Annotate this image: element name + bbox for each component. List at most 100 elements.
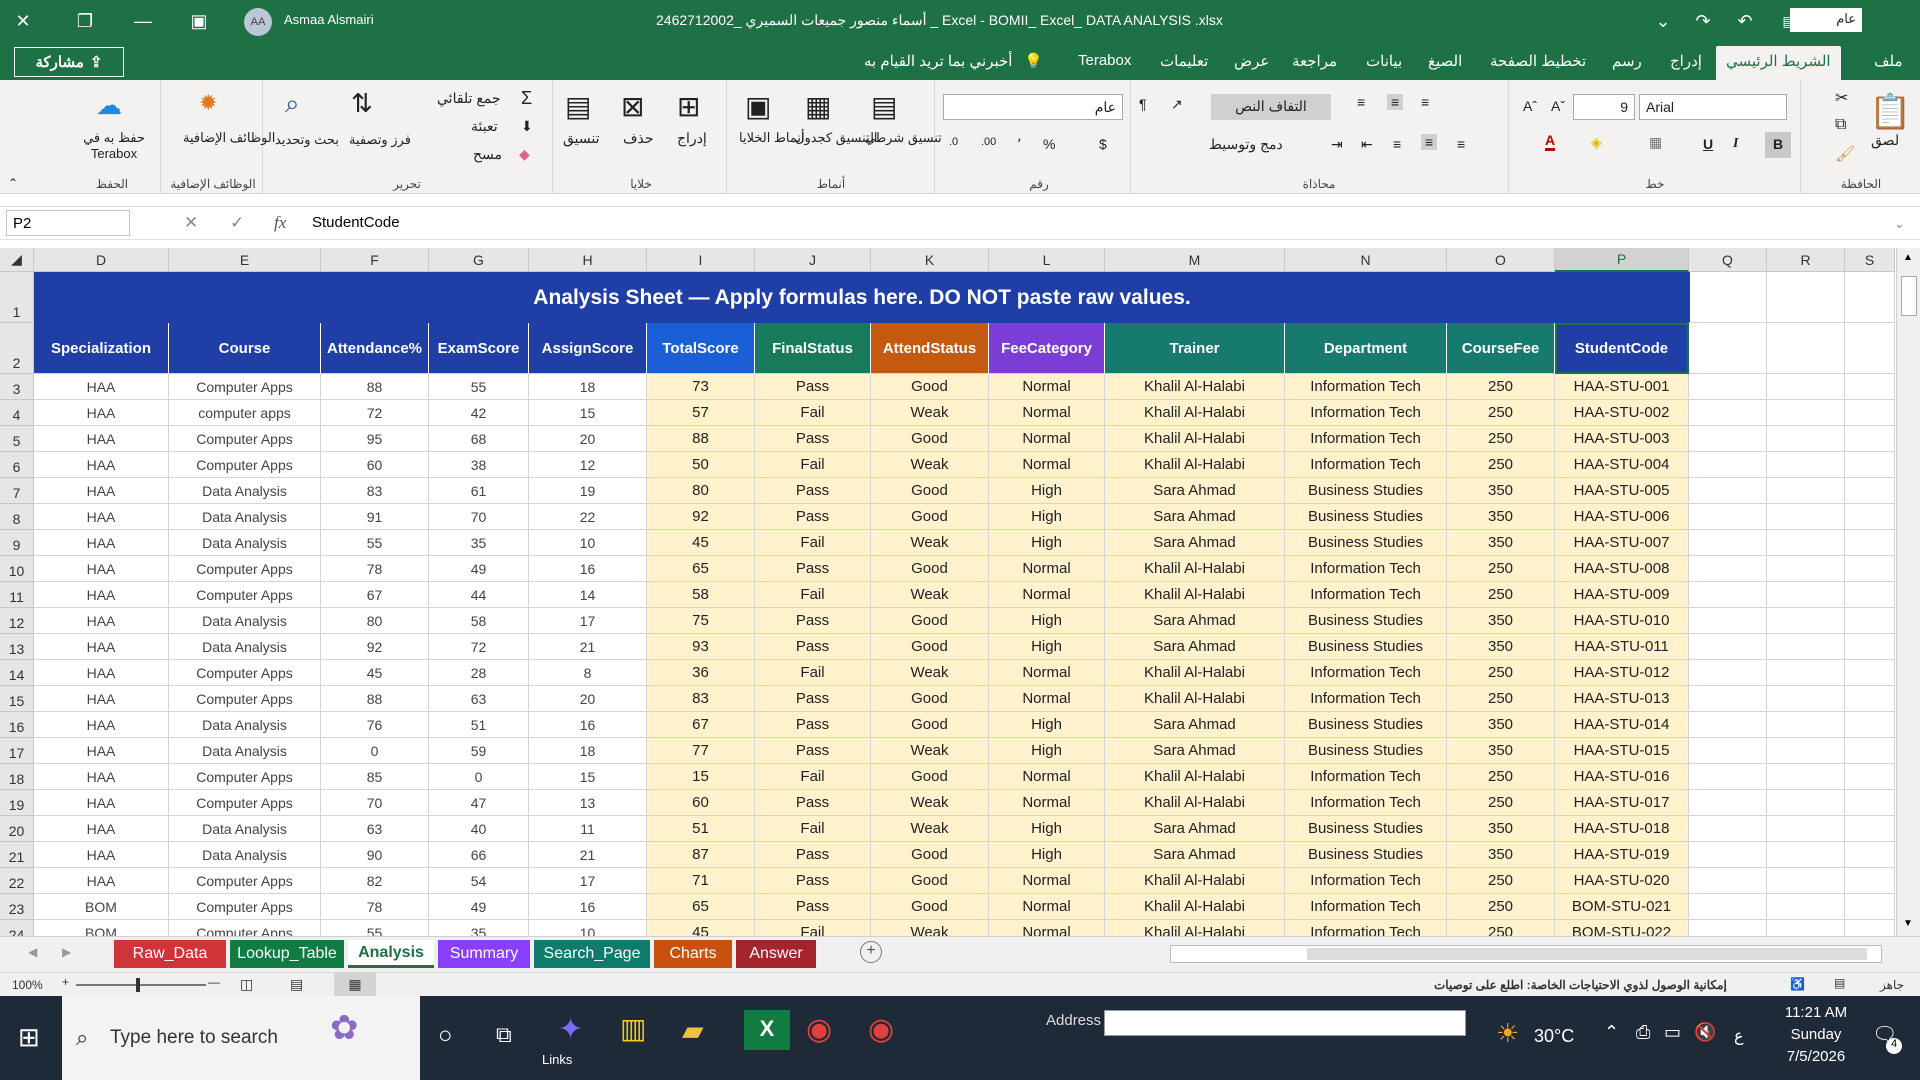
table-cell[interactable]: 44 [429,582,529,608]
table-cell[interactable]: 350 [1447,816,1555,842]
collapse-ribbon-icon[interactable]: ⌃ [8,176,18,190]
table-cell[interactable]: Normal [989,452,1105,478]
row-header[interactable]: 15 [0,686,34,712]
table-cell[interactable]: Normal [989,660,1105,686]
table-cell[interactable]: Information Tech [1285,582,1447,608]
row-header[interactable]: 11 [0,582,34,608]
format-cells-button[interactable]: تنسيق [563,130,600,147]
font-grow-icon[interactable]: Aˆ [1523,98,1537,114]
table-cell[interactable]: Normal [989,582,1105,608]
font-shrink-icon[interactable]: Aˇ [1551,98,1565,114]
table-cell[interactable]: Data Analysis [169,478,321,504]
table-cell[interactable]: 68 [429,426,529,452]
table-cell[interactable]: 61 [429,478,529,504]
table-cell[interactable]: 85 [321,764,429,790]
chrome-profile-icon[interactable]: ◉ [868,1012,894,1047]
header-cell[interactable]: Attendance% [321,323,429,374]
next-sheet-icon[interactable]: ▶ [62,945,71,959]
table-cell[interactable]: 58 [429,608,529,634]
table-cell[interactable]: Fail [755,452,871,478]
table-cell[interactable]: 250 [1447,920,1555,936]
align-middle-icon[interactable]: ≡ [1387,94,1404,110]
excel-icon[interactable]: X [744,1010,790,1050]
zoom-out-icon[interactable]: — [208,975,220,989]
table-cell[interactable]: 14 [529,582,647,608]
empty-cell[interactable] [1767,608,1845,634]
header-cell[interactable]: Trainer [1105,323,1285,374]
table-cell[interactable]: 45 [321,660,429,686]
empty-cell[interactable] [1767,530,1845,556]
table-cell[interactable]: Weak [871,582,989,608]
table-cell[interactable]: 38 [429,452,529,478]
header-cell[interactable]: AttendStatus [871,323,989,374]
empty-cell[interactable] [1845,790,1895,816]
file-explorer-icon[interactable]: ▰ [682,1014,704,1047]
row-header[interactable]: 14 [0,660,34,686]
table-cell[interactable]: 17 [529,868,647,894]
table-cell[interactable]: 70 [429,504,529,530]
header-cell[interactable]: StudentCode [1555,323,1689,374]
table-cell[interactable]: 12 [529,452,647,478]
empty-cell[interactable] [1845,272,1895,323]
table-cell[interactable]: 20 [529,686,647,712]
wrap-text-button[interactable]: التفاف النص [1211,94,1331,120]
table-cell[interactable]: 250 [1447,426,1555,452]
addins-icon[interactable]: ✹ [199,90,217,116]
table-cell[interactable]: Good [871,868,989,894]
table-cell[interactable]: 11 [529,816,647,842]
align-bottom-icon[interactable]: ≡ [1421,94,1429,110]
empty-cell[interactable] [1689,582,1767,608]
table-cell[interactable]: HAA-STU-008 [1555,556,1689,582]
table-cell[interactable]: Khalil Al-Halabi [1105,868,1285,894]
table-cell[interactable]: High [989,842,1105,868]
windows-start-icon[interactable]: ⊞ [18,1022,40,1053]
table-cell[interactable]: Weak [871,400,989,426]
table-cell[interactable]: 18 [529,374,647,400]
table-cell[interactable]: 350 [1447,608,1555,634]
task-view-icon[interactable]: ⧉ [496,1022,512,1048]
empty-cell[interactable] [1845,816,1895,842]
table-cell[interactable]: 88 [321,374,429,400]
table-cell[interactable]: 250 [1447,764,1555,790]
table-cell[interactable]: HAA-STU-003 [1555,426,1689,452]
row-header[interactable]: 13 [0,634,34,660]
empty-cell[interactable] [1689,478,1767,504]
table-cell[interactable]: Normal [989,920,1105,936]
cancel-icon[interactable]: ✕ [184,213,198,233]
percent-button[interactable]: % [1043,136,1055,152]
font-size-box[interactable]: 9 [1573,94,1635,120]
sheet-tab[interactable]: Raw_Data [114,940,226,968]
save-terabox-button[interactable]: حفظ به في Terabox [76,130,152,161]
table-cell[interactable]: 87 [647,842,755,868]
indent-icon[interactable]: ⇥ [1331,136,1343,153]
find-select-button[interactable]: بحث وتحديد [275,132,339,148]
table-cell[interactable]: Pass [755,608,871,634]
empty-cell[interactable] [1689,868,1767,894]
formula-input[interactable]: StudentCode [312,214,400,231]
horizontal-scrollbar[interactable] [1170,945,1882,963]
table-cell[interactable]: 350 [1447,712,1555,738]
empty-cell[interactable] [1845,582,1895,608]
empty-cell[interactable] [1845,842,1895,868]
table-cell[interactable]: 77 [647,738,755,764]
header-cell[interactable]: FeeCategory [989,323,1105,374]
row-header[interactable]: 3 [0,374,34,400]
table-cell[interactable]: Computer Apps [169,556,321,582]
table-cell[interactable]: Sara Ahmad [1105,634,1285,660]
row-header[interactable]: 24 [0,920,34,936]
empty-cell[interactable] [1767,868,1845,894]
number-format-box[interactable]: عام [943,94,1123,120]
table-cell[interactable]: HAA-STU-020 [1555,868,1689,894]
table-cell[interactable]: 51 [647,816,755,842]
table-cell[interactable]: Pass [755,712,871,738]
table-cell[interactable]: HAA-STU-016 [1555,764,1689,790]
empty-cell[interactable] [1845,556,1895,582]
table-cell[interactable]: Sara Ahmad [1105,712,1285,738]
row-header[interactable]: 20 [0,816,34,842]
header-cell[interactable]: AssignScore [529,323,647,374]
header-cell[interactable]: ExamScore [429,323,529,374]
table-cell[interactable]: HAA [34,426,169,452]
table-cell[interactable]: HAA [34,868,169,894]
table-cell[interactable]: Information Tech [1285,556,1447,582]
table-cell[interactable]: Data Analysis [169,504,321,530]
